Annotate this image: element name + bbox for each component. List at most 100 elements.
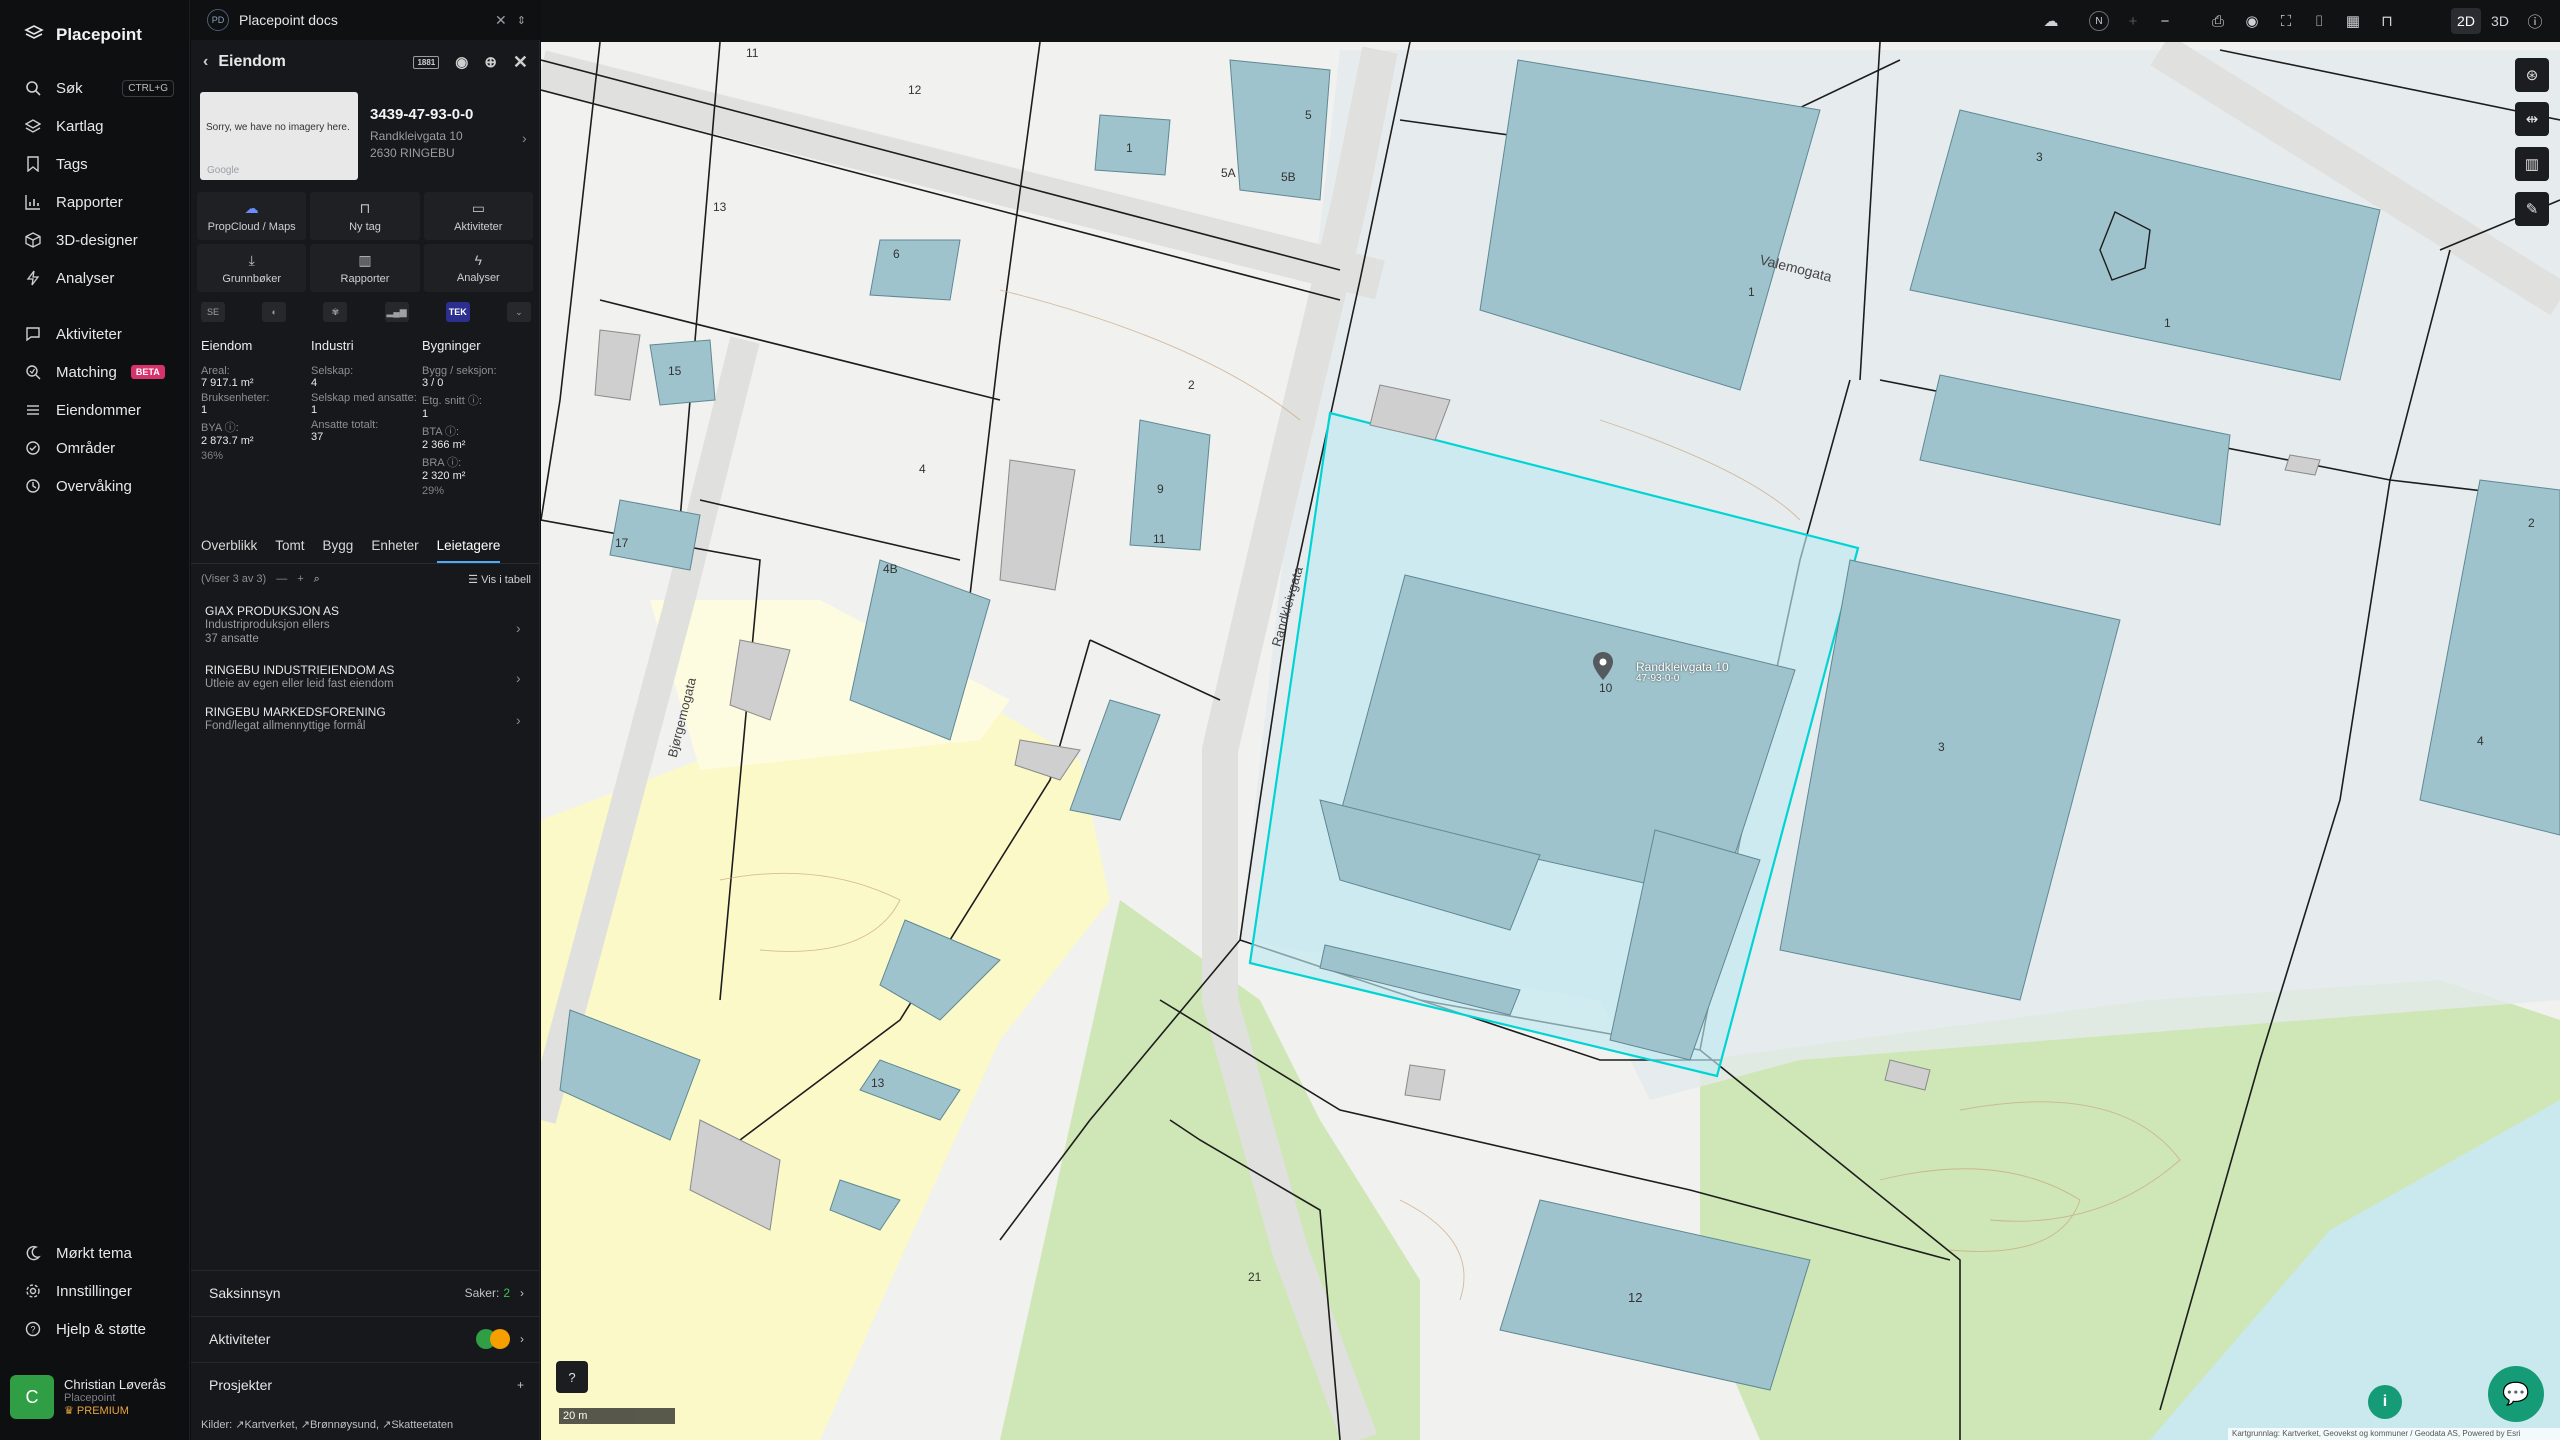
tenant-item[interactable]: RINGEBU INDUSTRIEIENDOM AS Utleie av ege… bbox=[205, 663, 525, 691]
map-canvas[interactable]: Valemogata Randkleivgata Bjørgemogata 11… bbox=[541, 42, 2560, 1440]
new-tag-button[interactable]: ⊓ Ny tag bbox=[310, 192, 420, 240]
prosjekter-section[interactable]: Prosjekter + bbox=[191, 1362, 540, 1406]
user-card[interactable]: C Christian Løverås Placepoint ♛ PREMIUM bbox=[10, 1368, 182, 1426]
nav-item-3d-designer[interactable]: 3D-designer bbox=[24, 224, 174, 256]
print-icon[interactable]: ⎙ bbox=[2208, 11, 2228, 31]
source-name: Skatteetaten bbox=[391, 1419, 454, 1431]
nav-item-dark-theme[interactable]: Mørkt tema bbox=[24, 1237, 174, 1269]
brand[interactable]: Placepoint bbox=[24, 20, 142, 50]
reports-button[interactable]: ▥ Rapporter bbox=[310, 244, 420, 292]
analyses-button[interactable]: ϟ Analyser bbox=[423, 244, 533, 292]
nav-item-omrader[interactable]: Områder bbox=[24, 432, 174, 464]
tab-leietagere[interactable]: Leietagere bbox=[436, 534, 501, 563]
source-globe-icon[interactable]: ◐ bbox=[262, 302, 287, 322]
expand-collapse-icon[interactable]: ⇕ bbox=[517, 14, 526, 27]
sources-label: Kilder: bbox=[201, 1419, 233, 1431]
tenant-employees: 37 ansatte bbox=[205, 633, 259, 645]
info-icon[interactable]: ⓘ bbox=[2525, 11, 2545, 31]
nav-item-settings[interactable]: Innstillinger bbox=[24, 1275, 174, 1307]
zoom-in-icon[interactable]: + bbox=[2123, 11, 2143, 31]
tenant-item[interactable]: GIAX PRODUKSJON AS Industriproduksjon el… bbox=[205, 604, 525, 646]
chart-icon: ▥ bbox=[358, 251, 372, 268]
view-2d-toggle[interactable]: 2D bbox=[2451, 8, 2481, 34]
tab-overblikk[interactable]: Overblikk bbox=[201, 534, 257, 563]
map-layers-cloud-icon[interactable]: ☁ bbox=[2041, 11, 2061, 31]
workspace-title[interactable]: Placepoint docs bbox=[239, 12, 338, 28]
nav-item-kartlag[interactable]: Kartlag bbox=[24, 110, 174, 142]
nav-item-tags[interactable]: Tags bbox=[24, 148, 174, 180]
house-number: 12 bbox=[908, 83, 922, 97]
tab-tomt[interactable]: Tomt bbox=[275, 534, 304, 563]
plus-icon[interactable]: + bbox=[297, 573, 303, 585]
chevron-right-icon[interactable]: › bbox=[516, 712, 521, 728]
chart-icon[interactable]: ▥ bbox=[2515, 147, 2549, 181]
minus-icon[interactable]: — bbox=[276, 573, 287, 585]
nav-label: Overvåking bbox=[56, 477, 132, 495]
nav-item-rapporter[interactable]: Rapporter bbox=[24, 186, 174, 218]
chat-button[interactable]: 💬 bbox=[2488, 1366, 2544, 1422]
search-icon[interactable]: ⌕ bbox=[314, 573, 320, 586]
street-view-thumbnail[interactable]: Sorry, we have no imagery here. Google bbox=[200, 92, 358, 180]
house-number: 2 bbox=[2528, 516, 2535, 530]
property-address[interactable]: Randkleivgata 10 2630 RINGEBU bbox=[370, 128, 463, 162]
close-icon[interactable]: ✕ bbox=[513, 52, 528, 73]
1881-badge-icon[interactable]: 1881 bbox=[413, 55, 440, 69]
grid-icon[interactable]: ▦ bbox=[2343, 11, 2363, 31]
thumbnail-credit: Google bbox=[207, 165, 240, 176]
chevron-right-icon[interactable]: › bbox=[516, 670, 521, 686]
zoom-out-icon[interactable]: − bbox=[2155, 11, 2175, 31]
back-icon[interactable]: ‹ bbox=[203, 53, 208, 71]
nav-item-matching[interactable]: Matching BETA bbox=[24, 356, 174, 388]
chevron-right-icon[interactable]: › bbox=[516, 620, 521, 636]
info-button[interactable]: i bbox=[2368, 1385, 2402, 1419]
nav-item-eiendommer[interactable]: Eiendommer bbox=[24, 394, 174, 426]
propcloud-button[interactable]: ☁ PropCloud / Maps bbox=[197, 192, 307, 240]
source-bars-icon[interactable]: ▂▄▆ bbox=[384, 302, 409, 322]
house-number: 13 bbox=[871, 1076, 885, 1090]
stats-heading: Industri bbox=[311, 338, 354, 353]
activities-button[interactable]: ▭ Aktiviteter bbox=[423, 192, 533, 240]
source-bronnoysund[interactable]: ↗Brønnøysund, bbox=[301, 1419, 379, 1431]
eye-icon[interactable]: ◉ bbox=[455, 53, 468, 71]
tab-enheter[interactable]: Enheter bbox=[371, 534, 418, 563]
camera-icon[interactable]: ⌷ bbox=[2309, 11, 2329, 31]
view-3d-toggle[interactable]: 3D bbox=[2485, 8, 2515, 34]
draw-tool-icon[interactable]: ✎ bbox=[2515, 192, 2549, 226]
eye-icon[interactable]: ◉ bbox=[2242, 11, 2262, 31]
saksinnsyn-section[interactable]: Saksinnsyn Saker: 2 › bbox=[191, 1270, 540, 1314]
house-number: 1 bbox=[1126, 141, 1133, 155]
stat-value: 4 bbox=[311, 377, 318, 389]
show-as-table-button[interactable]: ☰ Vis i tabell bbox=[468, 573, 531, 586]
bookmark-icon[interactable]: ⊓ bbox=[2377, 11, 2397, 31]
tenant-item[interactable]: RINGEBU MARKEDSFORENING Fond/legat allme… bbox=[205, 705, 525, 733]
placepoint-logo-icon bbox=[24, 23, 44, 48]
chat-bubble-icon: 💬 bbox=[2502, 1381, 2530, 1406]
add-circle-icon[interactable]: ⊕ bbox=[484, 53, 497, 71]
map-layers-search-icon[interactable]: ⊛ bbox=[2515, 58, 2549, 92]
map-help-button[interactable]: ? bbox=[556, 1361, 588, 1393]
chat-bubble-icon: ▭ bbox=[471, 199, 485, 216]
source-skatteetaten[interactable]: ↗Skatteetaten bbox=[382, 1419, 453, 1431]
tab-bygg[interactable]: Bygg bbox=[323, 534, 354, 563]
nav-item-search[interactable]: Søk CTRL+G bbox=[24, 72, 174, 104]
measure-icon[interactable]: ⇹ bbox=[2515, 102, 2549, 136]
nav-item-overvaking[interactable]: Overvåking bbox=[24, 470, 174, 502]
compass-north-icon[interactable]: N bbox=[2089, 11, 2109, 31]
land-register-button[interactable]: ⤓ Grunnbøker bbox=[197, 244, 307, 292]
plus-icon[interactable]: + bbox=[517, 1378, 524, 1392]
nav-item-aktiviteter[interactable]: Aktiviteter bbox=[24, 318, 174, 350]
marker-sublabel: 47-93-0-0 bbox=[1636, 673, 1680, 684]
aktiviteter-section[interactable]: Aktiviteter › bbox=[191, 1316, 540, 1360]
source-tek-icon[interactable]: TEK bbox=[445, 302, 470, 322]
nav-item-help[interactable]: ? Hjelp & støtte bbox=[24, 1313, 174, 1345]
source-se-icon[interactable]: SE bbox=[201, 302, 225, 322]
source-more-icon[interactable]: ⌄ bbox=[506, 302, 531, 322]
source-plant-icon[interactable]: ✾ bbox=[323, 302, 348, 322]
source-kartverket[interactable]: ↗Kartverket, bbox=[235, 1419, 297, 1431]
chevron-right-icon[interactable]: › bbox=[522, 130, 527, 146]
close-workspace-icon[interactable]: ✕ bbox=[495, 12, 507, 29]
property-marker[interactable] bbox=[1593, 652, 1613, 680]
fullscreen-icon[interactable]: ⛶ bbox=[2276, 11, 2296, 31]
nav-item-analyser[interactable]: Analyser bbox=[24, 262, 174, 294]
plan-label: PREMIUM bbox=[76, 1405, 129, 1417]
